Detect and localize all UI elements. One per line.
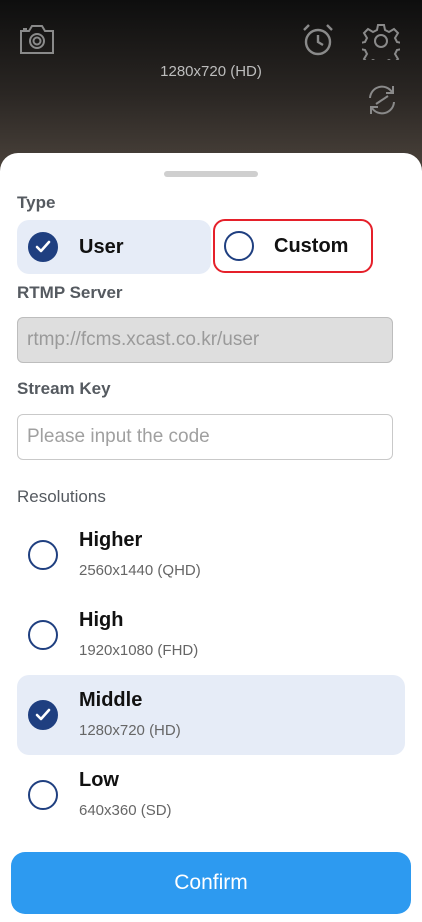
type-option-custom-label: Custom xyxy=(274,234,349,257)
camera-preview: 1280x720 (HD) xyxy=(0,0,422,170)
resolution-option-low[interactable]: Low 640x360 (SD) xyxy=(17,755,405,835)
resolution-name: Middle xyxy=(79,689,143,711)
flip-camera-icon[interactable] xyxy=(364,82,400,118)
resolution-name: High xyxy=(79,609,124,631)
stream-key-label: Stream Key xyxy=(17,379,111,398)
radio-checked-icon xyxy=(28,232,58,262)
camera-icon[interactable] xyxy=(18,22,56,56)
resolution-detail: 640x360 (SD) xyxy=(79,802,172,819)
radio-unchecked-icon xyxy=(28,780,58,810)
alarm-icon[interactable] xyxy=(300,22,336,58)
stream-key-input[interactable] xyxy=(17,414,393,460)
rtmp-server-label: RTMP Server xyxy=(17,283,123,302)
gear-icon[interactable] xyxy=(362,22,400,60)
resolution-detail: 2560x1440 (QHD) xyxy=(79,562,201,579)
resolutions-label: Resolutions xyxy=(17,487,106,506)
rtmp-server-input[interactable] xyxy=(17,317,393,363)
settings-bottom-sheet: Type User Custom RTMP Server Stream Key … xyxy=(0,153,422,922)
radio-checked-icon xyxy=(28,700,58,730)
type-option-user[interactable]: User xyxy=(17,220,211,274)
resolution-option-high[interactable]: High 1920x1080 (FHD) xyxy=(17,595,405,675)
resolution-option-higher[interactable]: Higher 2560x1440 (QHD) xyxy=(17,515,405,595)
confirm-button[interactable]: Confirm xyxy=(11,852,411,914)
type-option-custom[interactable]: Custom xyxy=(213,219,373,273)
resolution-name: Low xyxy=(79,769,119,791)
resolution-detail: 1920x1080 (FHD) xyxy=(79,642,199,659)
type-label: Type xyxy=(17,193,56,212)
resolution-detail: 1280x720 (HD) xyxy=(79,722,181,739)
radio-unchecked-icon xyxy=(28,620,58,650)
preview-resolution-label: 1280x720 (HD) xyxy=(160,63,262,80)
radio-unchecked-icon xyxy=(224,231,254,261)
radio-unchecked-icon xyxy=(28,540,58,570)
sheet-drag-handle[interactable] xyxy=(164,171,258,177)
type-option-user-label: User xyxy=(79,235,124,258)
resolution-name: Higher xyxy=(79,529,143,551)
resolution-option-middle[interactable]: Middle 1280x720 (HD) xyxy=(17,675,405,755)
